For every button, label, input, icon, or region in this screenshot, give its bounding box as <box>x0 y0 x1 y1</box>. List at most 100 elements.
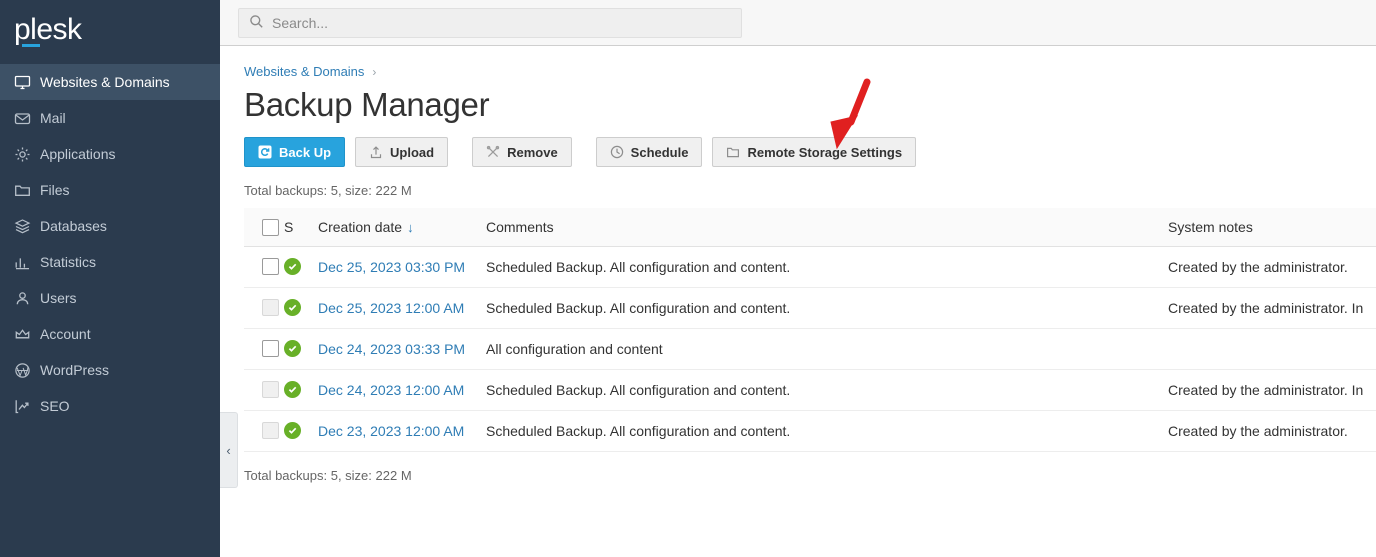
row-system-notes-cell <box>1168 328 1376 370</box>
status-ok-icon <box>284 299 301 317</box>
bar-chart-icon <box>14 254 40 271</box>
remote-storage-settings-button[interactable]: Remote Storage Settings <box>712 137 917 168</box>
back-up-button[interactable]: Back Up <box>244 137 346 168</box>
sidebar-item-label: WordPress <box>40 362 109 378</box>
backup-date-link[interactable]: Dec 24, 2023 12:00 AM <box>318 382 464 398</box>
row-status-cell <box>284 287 318 329</box>
row-checkbox-cell <box>244 287 284 329</box>
search-icon <box>249 14 264 32</box>
row-date-cell: Dec 24, 2023 12:00 AM <box>318 369 486 411</box>
sidebar-item-users[interactable]: Users <box>0 280 220 316</box>
sidebar-item-files[interactable]: Files <box>0 172 220 208</box>
schedule-button[interactable]: Schedule <box>595 137 703 168</box>
sidebar-nav: Websites & Domains Mail Applications Fil… <box>0 64 220 424</box>
row-date-cell: Dec 24, 2023 03:33 PM <box>318 328 486 370</box>
search-box[interactable] <box>238 7 742 38</box>
backup-disk-icon <box>258 145 272 159</box>
remove-x-icon <box>486 145 500 159</box>
row-checkbox[interactable] <box>262 258 279 276</box>
table-row[interactable]: Dec 25, 2023 12:00 AM Scheduled Backup. … <box>244 287 1376 329</box>
row-checkbox[interactable] <box>262 340 279 358</box>
sidebar-item-label: Applications <box>40 146 116 162</box>
backups-table-head: S Creation date ↓ Comments System notes <box>244 208 1376 247</box>
sidebar-collapse-handle[interactable]: ‹ <box>220 412 238 488</box>
row-status-cell <box>284 246 318 288</box>
column-header-status[interactable]: S <box>284 208 318 247</box>
row-system-notes-cell: Created by the administrator. In <box>1168 369 1376 411</box>
upload-button[interactable]: Upload <box>355 137 449 168</box>
wordpress-icon <box>14 362 40 379</box>
backup-date-link[interactable]: Dec 25, 2023 03:30 PM <box>318 259 465 275</box>
total-backups-bottom: Total backups: 5, size: 222 M <box>244 467 412 483</box>
row-checkbox <box>262 422 279 440</box>
row-comments-cell: All configuration and content <box>486 328 1168 370</box>
sidebar-item-statistics[interactable]: Statistics <box>0 244 220 280</box>
sidebar-item-label: Mail <box>40 110 66 126</box>
top-bar <box>220 0 1376 46</box>
breadcrumb-separator-icon: › <box>372 64 377 79</box>
sidebar-item-databases[interactable]: Databases <box>0 208 220 244</box>
row-checkbox-cell <box>244 369 284 411</box>
gear-icon <box>14 146 40 163</box>
row-comments-cell: Scheduled Backup. All configuration and … <box>486 369 1168 411</box>
sidebar-item-account[interactable]: Account <box>0 316 220 352</box>
backup-date-link[interactable]: Dec 23, 2023 12:00 AM <box>318 423 464 439</box>
row-system-notes-cell: Created by the administrator. In <box>1168 287 1376 329</box>
column-header-system-notes[interactable]: System notes <box>1168 208 1376 247</box>
status-ok-icon <box>284 340 301 358</box>
database-stack-icon <box>14 218 40 235</box>
envelope-icon <box>14 110 40 127</box>
page-content: Websites & Domains › Backup Manager Back… <box>220 46 1376 483</box>
sidebar-item-label: Account <box>40 326 91 342</box>
backups-table: S Creation date↓ Comments System notes <box>244 208 1376 452</box>
row-status-cell <box>284 410 318 452</box>
row-system-notes-cell: Created by the administrator. <box>1168 246 1376 288</box>
sidebar: plesk Websites & Domains Mail Applicatio… <box>0 0 220 557</box>
table-row[interactable]: Dec 23, 2023 12:00 AM Scheduled Backup. … <box>244 410 1376 452</box>
plesk-logo[interactable]: plesk <box>14 13 82 47</box>
remove-button[interactable]: Remove <box>472 137 572 168</box>
column-header-creation-date-label: Creation date <box>318 219 403 236</box>
backup-date-link[interactable]: Dec 25, 2023 12:00 AM <box>318 300 464 316</box>
table-row[interactable]: Dec 25, 2023 03:30 PM Scheduled Backup. … <box>244 246 1376 288</box>
row-date-cell: Dec 25, 2023 12:00 AM <box>318 287 486 329</box>
logo-area: plesk <box>0 0 220 60</box>
backup-date-link[interactable]: Dec 24, 2023 03:33 PM <box>318 341 465 357</box>
breadcrumb-item-websites-domains[interactable]: Websites & Domains <box>244 64 364 79</box>
sidebar-item-wordpress[interactable]: WordPress <box>0 352 220 388</box>
table-header-row: S Creation date ↓ Comments System notes <box>244 208 1376 247</box>
chevron-left-icon: ‹ <box>226 442 231 458</box>
breadcrumb: Websites & Domains › <box>244 64 1376 79</box>
row-checkbox-cell <box>244 328 284 370</box>
status-ok-icon <box>284 258 301 276</box>
sidebar-item-label: Databases <box>40 218 107 234</box>
back-up-button-label: Back Up <box>279 144 332 160</box>
sidebar-item-label: Statistics <box>40 254 97 270</box>
row-comments-cell: Scheduled Backup. All configuration and … <box>486 246 1168 288</box>
main-area: Websites & Domains › Backup Manager Back… <box>220 0 1376 557</box>
row-checkbox <box>262 381 279 399</box>
clock-icon <box>610 145 624 159</box>
table-row[interactable]: Dec 24, 2023 03:33 PM All configuration … <box>244 328 1376 370</box>
column-header-creation-date[interactable]: Creation date ↓ <box>318 208 486 247</box>
search-input[interactable] <box>272 14 731 31</box>
crown-icon <box>14 326 40 343</box>
page-title: Backup Manager <box>244 86 490 123</box>
sidebar-item-seo[interactable]: SEO <box>0 388 220 424</box>
sort-descending-icon: ↓ <box>407 220 414 236</box>
backups-table-body: Dec 25, 2023 03:30 PM Scheduled Backup. … <box>244 246 1376 452</box>
column-header-comments[interactable]: Comments <box>486 208 1168 247</box>
plesk-app-window: plesk Websites & Domains Mail Applicatio… <box>0 0 1376 557</box>
plesk-logo-text: plesk <box>14 13 82 46</box>
sidebar-item-applications[interactable]: Applications <box>0 136 220 172</box>
sidebar-item-mail[interactable]: Mail <box>0 100 220 136</box>
row-comments-cell: Scheduled Backup. All configuration and … <box>486 287 1168 329</box>
upload-button-label: Upload <box>390 144 435 160</box>
status-ok-icon <box>284 422 301 440</box>
user-icon <box>14 290 40 307</box>
sidebar-item-websites-domains[interactable]: Websites & Domains <box>0 64 220 100</box>
sidebar-item-label: SEO <box>40 398 70 414</box>
row-checkbox-cell <box>244 410 284 452</box>
select-all-checkbox[interactable] <box>262 218 279 236</box>
table-row[interactable]: Dec 24, 2023 12:00 AM Scheduled Backup. … <box>244 369 1376 411</box>
